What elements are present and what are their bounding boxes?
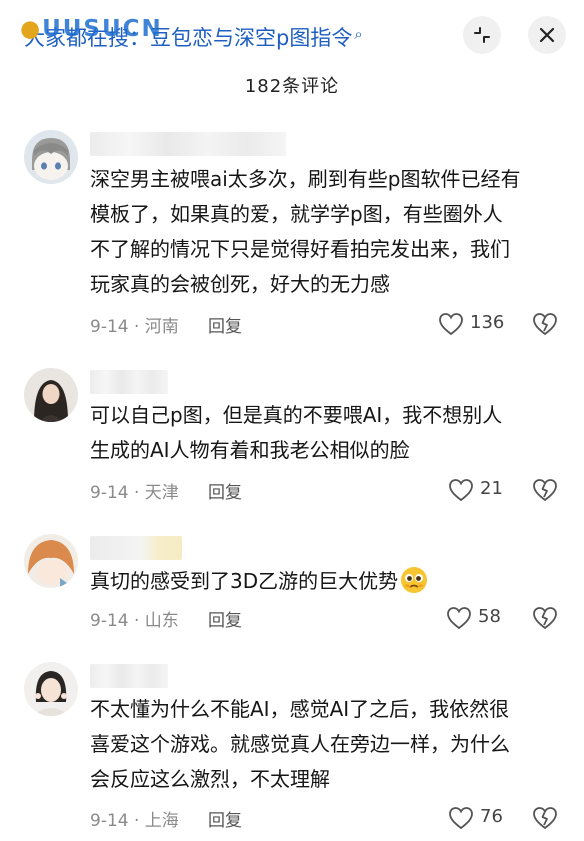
comment-text: 可以自己p图，但是真的不要喂AI，我不想别人 生成的AI人物有着和我老公相似的脸	[90, 403, 503, 462]
dislike-button[interactable]	[532, 478, 558, 507]
heart-icon	[449, 807, 473, 830]
broken-heart-icon	[533, 313, 557, 335]
close-icon	[539, 27, 555, 43]
collapse-button[interactable]	[463, 16, 501, 54]
avatar-cartoon-icon	[24, 534, 78, 588]
avatar[interactable]	[24, 130, 78, 184]
broken-heart-icon	[533, 607, 557, 629]
comment-date-location: 9-14 · 山东	[90, 611, 179, 631]
avatar[interactable]	[24, 368, 78, 422]
comment-text-content: 真切的感受到了3D乙游的巨大优势	[90, 569, 399, 593]
collapse-icon	[474, 27, 490, 43]
avatar-cartoon-icon	[24, 130, 78, 184]
comment-count-title: 182条评论	[244, 76, 340, 97]
heart-icon	[439, 313, 463, 336]
avatar-photo-icon	[24, 662, 78, 716]
username-blurred[interactable]	[90, 132, 286, 156]
comment-meta: 9-14 · 山东 回复 58	[90, 606, 570, 632]
like-count: 21	[480, 478, 503, 499]
comment-meta: 9-14 · 天津 回复 21	[90, 478, 570, 504]
comment-text: 深空男主被喂ai太多次，刷到有些p图软件已经有 模板了，如果真的爱，就学学p图，…	[90, 167, 521, 296]
avatar[interactable]	[24, 662, 78, 716]
dislike-button[interactable]	[532, 806, 558, 835]
avatar-photo-icon	[24, 368, 78, 422]
comment-meta: 9-14 · 上海 回复 76	[90, 806, 570, 832]
username-blurred[interactable]	[90, 370, 168, 394]
heart-icon	[447, 607, 471, 630]
reply-button[interactable]: 回复	[208, 806, 242, 831]
heart-icon	[449, 479, 473, 502]
comment-date-location: 9-14 · 河南	[90, 317, 179, 337]
watermark-logo: ●UUSUCN	[20, 16, 163, 42]
reply-button[interactable]: 回复	[208, 478, 242, 503]
top-bar: 大家都在搜：豆包恋与深空p图指令 ⌕ ●UUSUCN	[0, 0, 584, 72]
broken-heart-icon	[533, 479, 557, 501]
dislike-button[interactable]	[532, 312, 558, 341]
avatar[interactable]	[24, 534, 78, 588]
reply-button[interactable]: 回复	[208, 606, 242, 631]
comment-date-location: 9-14 · 天津	[90, 483, 179, 503]
close-button[interactable]	[528, 16, 566, 54]
username-blurred[interactable]	[90, 536, 182, 560]
broken-heart-icon	[533, 807, 557, 829]
username-blurred[interactable]	[90, 664, 168, 688]
like-count: 76	[480, 806, 503, 827]
comment-text: 真切的感受到了3D乙游的巨大优势	[90, 564, 560, 599]
comment-text: 不太懂为什么不能AI，感觉AI了之后，我依然很 喜爱这个游戏。就感觉真人在旁边一…	[90, 697, 510, 791]
dislike-button[interactable]	[532, 606, 558, 635]
comment-date-location: 9-14 · 上海	[90, 811, 179, 831]
reply-button[interactable]: 回复	[208, 312, 242, 337]
comment-meta: 9-14 · 河南 回复 136	[90, 312, 570, 338]
like-count: 58	[478, 606, 501, 627]
pleading-face-emoji-icon	[400, 566, 428, 594]
like-count: 136	[470, 312, 505, 333]
search-icon: ⌕	[354, 25, 363, 43]
